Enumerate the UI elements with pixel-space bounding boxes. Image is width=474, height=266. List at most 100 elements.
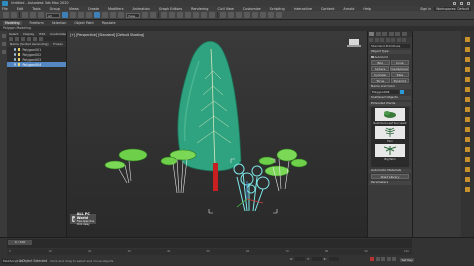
align-icon[interactable] <box>209 12 215 18</box>
material-editor-icon[interactable] <box>252 12 258 18</box>
tool-shelf-icon[interactable] <box>465 37 470 42</box>
selection-filter-dropdown[interactable]: All <box>46 12 60 18</box>
menu-item[interactable]: Tools <box>32 7 40 11</box>
sign-in-link[interactable]: Sign In <box>420 7 431 11</box>
thumb-fern[interactable] <box>375 126 405 140</box>
thumb-palm[interactable] <box>375 144 405 158</box>
schematic-view-icon[interactable] <box>244 12 250 18</box>
set-key-button[interactable]: Set Key <box>400 258 415 262</box>
explorer-row[interactable]: Polygon004 <box>7 62 66 67</box>
render-production-icon[interactable] <box>276 12 282 18</box>
create-selection-set-icon[interactable] <box>1 34 6 38</box>
view-cube-icon[interactable] <box>347 39 361 47</box>
menu-item[interactable]: Arnold <box>343 7 354 11</box>
ribbon-tab[interactable]: Modeling <box>3 21 22 25</box>
menu-item[interactable]: Modifiers <box>108 7 123 11</box>
go-to-start-icon[interactable] <box>375 257 380 261</box>
select-by-name-icon[interactable] <box>70 12 76 18</box>
window-crossing-icon[interactable] <box>86 12 92 18</box>
y-coordinate-field[interactable] <box>311 257 322 261</box>
menu-item[interactable]: Scripting <box>270 7 285 11</box>
filter-lights-icon[interactable] <box>21 37 25 41</box>
tool-shelf-icon[interactable] <box>465 177 470 182</box>
systems-icon[interactable] <box>402 38 406 42</box>
selected-fern-model[interactable] <box>233 163 270 212</box>
placement-icon[interactable] <box>118 12 124 18</box>
tool-shelf-icon[interactable] <box>465 167 470 172</box>
named-selection-icon[interactable] <box>193 12 199 18</box>
rendered-frame-icon[interactable] <box>268 12 274 18</box>
menu-item[interactable]: File <box>2 7 8 11</box>
object-type-button[interactable]: Box <box>371 59 390 65</box>
parameters-header[interactable]: Parameters <box>369 181 411 186</box>
next-frame-icon[interactable] <box>392 257 396 261</box>
tool-shelf-icon[interactable] <box>465 117 470 122</box>
create-tab-icon[interactable] <box>369 32 374 36</box>
rotate-icon[interactable] <box>102 12 108 18</box>
tool-shelf-icon[interactable] <box>465 107 470 112</box>
small-plant-right[interactable] <box>258 148 308 192</box>
layer-explorer-icon[interactable] <box>228 12 234 18</box>
scale-icon[interactable] <box>110 12 116 18</box>
geometry-icon[interactable] <box>369 38 373 42</box>
select-object-icon[interactable] <box>62 12 68 18</box>
explorer-menu-item[interactable]: Customize <box>50 32 66 36</box>
menu-item[interactable]: Interactive <box>294 7 312 11</box>
tool-shelf-icon[interactable] <box>465 147 470 152</box>
tool-shelf-icon[interactable] <box>465 157 470 162</box>
frozen-column-header[interactable]: Frozen <box>53 42 63 46</box>
menu-item[interactable]: Rendering <box>191 7 208 11</box>
x-coordinate-field[interactable] <box>295 257 306 261</box>
object-type-button[interactable]: Cone <box>390 59 409 65</box>
redo-icon[interactable] <box>11 12 17 18</box>
ribbon-tab[interactable]: Freeform <box>30 21 44 25</box>
scattered-objects-header[interactable]: Scattered Objects <box>369 96 411 101</box>
category-dropdown[interactable]: Standard Primitives <box>370 43 410 48</box>
maximize-icon[interactable] <box>460 1 463 5</box>
angle-snap-icon[interactable] <box>169 12 175 18</box>
curve-editor-icon[interactable] <box>236 12 242 18</box>
render-setup-icon[interactable] <box>260 12 266 18</box>
spacewarps-icon[interactable] <box>396 38 401 42</box>
cameras-icon[interactable] <box>385 38 390 42</box>
autogrid-checkbox[interactable]: AutoGrid <box>371 55 409 59</box>
menu-item[interactable]: Edit <box>17 7 24 11</box>
time-slider[interactable]: 0 / 100 <box>7 239 412 248</box>
filter-cameras-icon[interactable] <box>27 37 31 41</box>
filter-geometry-icon[interactable] <box>9 37 13 41</box>
tool-shelf-icon[interactable] <box>465 57 470 62</box>
tool-shelf-icon[interactable] <box>465 137 470 142</box>
start-library-button[interactable]: Start Library <box>371 174 409 180</box>
ribbon-tab[interactable]: Selection <box>52 21 67 25</box>
ribbon-tab[interactable]: Populate <box>102 21 116 25</box>
mirror-icon[interactable] <box>201 12 207 18</box>
motion-tab-icon[interactable] <box>388 32 394 36</box>
explorer-menu-item[interactable]: Display <box>23 32 34 36</box>
spinner-snap-icon[interactable] <box>185 12 191 18</box>
small-plant-mid[interactable] <box>160 149 197 194</box>
tool-shelf-icon[interactable] <box>465 127 470 132</box>
snaps-toggle-icon[interactable] <box>161 12 167 18</box>
object-color-swatch[interactable] <box>400 90 404 95</box>
object-type-button[interactable]: Cylinder <box>371 71 390 77</box>
menu-item[interactable]: Animation <box>133 7 150 11</box>
tool-shelf-icon[interactable] <box>465 187 470 192</box>
autogrid-check-icon[interactable] <box>371 55 374 59</box>
object-type-button[interactable]: Sphere <box>371 65 390 71</box>
object-type-button[interactable]: Torus <box>371 77 390 83</box>
percent-snap-icon[interactable] <box>177 12 183 18</box>
auto-key-icon[interactable] <box>370 257 374 261</box>
menu-item[interactable]: Group <box>50 7 60 11</box>
thumb-succulent[interactable] <box>375 108 405 122</box>
visibility-icon[interactable] <box>13 63 16 66</box>
bind-spacewarp-icon[interactable] <box>38 12 44 18</box>
rectangular-selection-icon[interactable] <box>78 12 84 18</box>
explorer-menu-item[interactable]: Edit <box>39 32 45 36</box>
object-type-button[interactable]: Pyramid <box>390 77 409 83</box>
filter-shapes-icon[interactable] <box>15 37 19 41</box>
tool-shelf-icon[interactable] <box>465 77 470 82</box>
red-stem-model[interactable] <box>213 163 218 191</box>
lights-icon[interactable] <box>380 38 384 42</box>
shapes-icon[interactable] <box>374 38 379 42</box>
name-column-header[interactable]: Name (Sorted Ascending) <box>10 42 49 46</box>
